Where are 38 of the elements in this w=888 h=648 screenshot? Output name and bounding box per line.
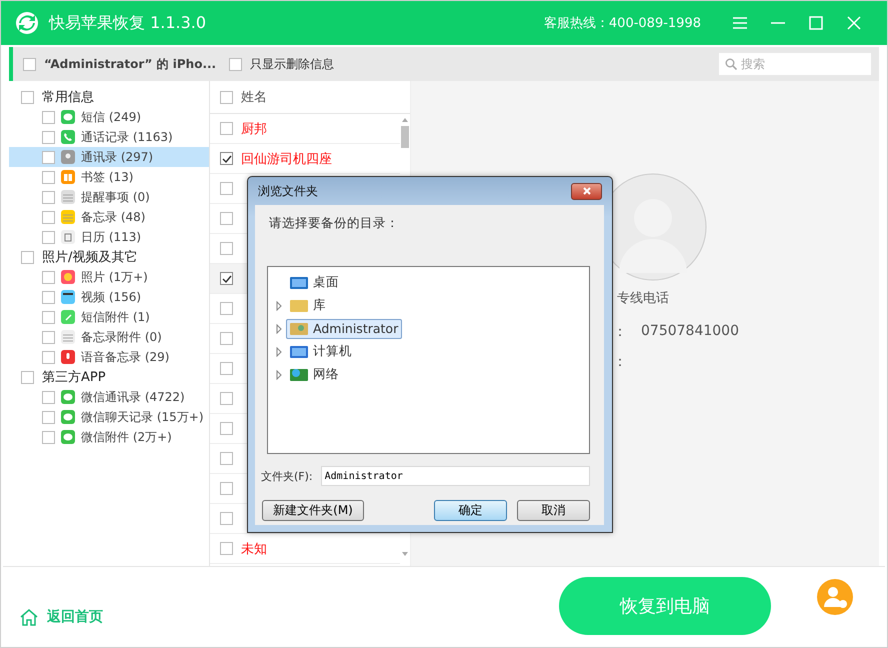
item-label: 短信附件 (1) — [81, 308, 150, 326]
item-label: 微信附件 (2万+) — [81, 428, 172, 446]
contact-name: 未知 — [241, 540, 267, 558]
contact-name: 回仙游司机四座 — [241, 150, 332, 168]
dialog-title: 浏览文件夹 — [258, 182, 318, 200]
folder-label: 计算机 — [313, 343, 352, 360]
folder-label: Administrator — [313, 321, 398, 336]
contact-name: 专线电话 — [617, 290, 670, 307]
contact-name: 厨邦 — [241, 120, 267, 138]
item-label: 备忘录附件 (0) — [81, 328, 162, 346]
item-label: 书签 (13) — [81, 168, 134, 186]
item-label: 通话记录 (1163) — [81, 128, 173, 146]
column-header: 姓名 — [241, 89, 267, 106]
item-label: 照片 (1万+) — [81, 268, 148, 286]
category-label: 常用信息 — [42, 89, 94, 106]
field-colon: ： — [613, 323, 628, 337]
filter-label: 只显示删除信息 — [250, 56, 334, 72]
category-label: 第三方APP — [42, 369, 106, 386]
device-name: “Administrator” 的 iPho... — [44, 56, 216, 72]
item-label: 视频 (156) — [81, 288, 142, 306]
item-label: 微信通讯录 (4722) — [81, 388, 185, 406]
field-colon: ： — [613, 353, 628, 367]
folder-label: 库 — [313, 297, 326, 314]
item-label: 通讯录 (297) — [81, 148, 154, 166]
item-label: 短信 (249) — [81, 108, 142, 126]
item-label: 备忘录 (48) — [81, 208, 146, 226]
folder-label: 网络 — [313, 366, 339, 383]
app-title: 快易苹果恢复 1.1.3.0 — [49, 12, 206, 34]
item-label: 日历 (113) — [81, 228, 142, 246]
item-label: 语音备忘录 (29) — [81, 348, 170, 366]
folder-label: 桌面 — [313, 274, 339, 291]
hotline-text: 客服热线：400-089-1998 — [544, 15, 701, 32]
folder-field-label: 文件夹(F): — [261, 468, 313, 484]
dialog-prompt: 请选择要备份的目录： — [269, 215, 400, 232]
category-label: 照片/视频及其它 — [42, 249, 138, 266]
item-label: 提醒事项 (0) — [81, 188, 150, 206]
field-value: 07507841000 — [641, 323, 739, 337]
item-label: 微信聊天记录 (15万+) — [81, 408, 204, 426]
